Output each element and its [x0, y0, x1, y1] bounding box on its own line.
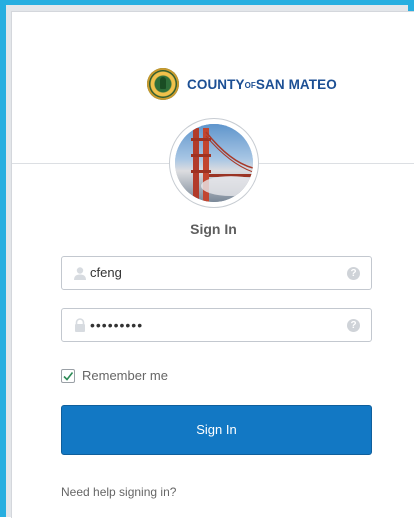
avatar — [175, 124, 253, 202]
logo-san-mateo: SAN MATEO — [255, 76, 337, 92]
remember-me-label[interactable]: Remember me — [82, 368, 168, 383]
logo-of: OF — [244, 80, 256, 90]
login-card: COUNTYOFSAN MATEO Sign In cfeng ? ••••••… — [11, 11, 414, 518]
checkmark-icon — [63, 371, 74, 381]
password-help-icon[interactable]: ? — [347, 319, 360, 332]
remember-me-checkbox[interactable] — [61, 368, 75, 383]
username-help-icon[interactable]: ? — [347, 267, 360, 280]
password-value[interactable]: ••••••••• — [90, 309, 143, 341]
username-value[interactable]: cfeng — [90, 257, 122, 289]
county-seal-icon — [147, 68, 179, 100]
county-logo-text: COUNTYOFSAN MATEO — [187, 77, 337, 92]
sign-in-button[interactable]: Sign In — [61, 405, 372, 455]
password-field[interactable]: ••••••••• ? — [61, 308, 372, 342]
page-title: Sign In — [190, 221, 237, 237]
logo-county: COUNTY — [187, 76, 245, 92]
lock-icon — [75, 318, 85, 332]
user-icon — [74, 267, 86, 280]
remember-me-row[interactable]: Remember me — [61, 368, 168, 383]
county-logo: COUNTYOFSAN MATEO — [147, 68, 337, 100]
username-field[interactable]: cfeng ? — [61, 256, 372, 290]
avatar-frame — [169, 118, 259, 208]
need-help-link[interactable]: Need help signing in? — [61, 485, 176, 499]
golden-gate-bridge-image — [175, 124, 253, 202]
